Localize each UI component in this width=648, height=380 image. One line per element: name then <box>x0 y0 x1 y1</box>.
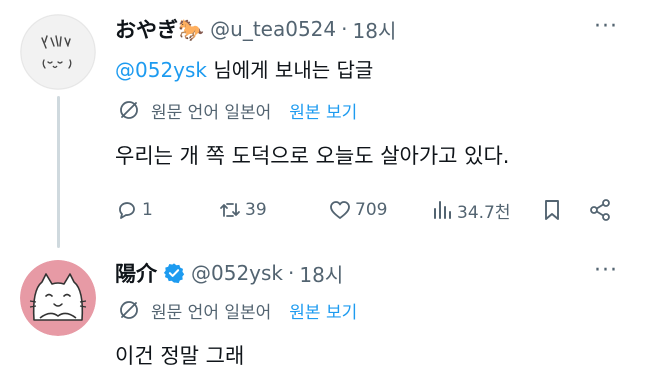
views-count: 34.7천 <box>457 202 511 223</box>
cat-avatar-drawing <box>20 260 96 336</box>
display-name[interactable]: おやぎ🐎 <box>115 14 204 44</box>
tweet2-header: 陽介 @052ysk · 18시 <box>115 258 343 288</box>
translate-icon <box>120 101 138 119</box>
reply-count: 1 <box>142 200 153 220</box>
avatar-drawing <box>20 14 96 90</box>
retweet-icon <box>220 203 240 217</box>
translation-bar: 원문 언어 일본어 원본 보기 <box>117 96 357 124</box>
views-button[interactable]: 34.7천 <box>430 196 511 224</box>
translation-source-label: 원문 언어 일본어 <box>151 102 272 123</box>
timestamp[interactable]: 18시 <box>353 15 397 44</box>
translation-source-label: 원문 언어 일본어 <box>151 302 272 323</box>
user-handle[interactable]: @u_tea0524 <box>210 17 336 41</box>
retweet-count: 39 <box>245 200 267 220</box>
like-count: 709 <box>355 200 388 220</box>
tweet-body-text: 우리는 개 쪽 도덕으로 오늘도 살아가고 있다. <box>115 144 510 168</box>
thread-connector-line <box>57 96 60 248</box>
tweet1-header: おやぎ🐎 @u_tea0524 · 18시 <box>115 14 396 44</box>
share-button[interactable] <box>588 196 612 224</box>
heart-icon <box>330 201 350 219</box>
show-original-link[interactable]: 원본 보기 <box>289 298 357 323</box>
user-handle[interactable]: @052ysk <box>191 261 283 285</box>
separator-dot: · <box>288 261 295 285</box>
verified-badge-icon <box>163 263 185 284</box>
timestamp[interactable]: 18시 <box>299 259 343 288</box>
separator-dot: · <box>341 17 348 41</box>
like-button[interactable]: 709 <box>328 196 387 224</box>
show-original-link[interactable]: 원본 보기 <box>289 98 357 123</box>
more-options-icon[interactable]: ··· <box>594 258 618 283</box>
tweet-body-text: 이건 정말 그래 <box>115 344 245 368</box>
avatar-u-tea0524[interactable] <box>20 14 96 90</box>
replying-to-suffix: 님에게 보내는 답글 <box>207 58 374 82</box>
translation-bar: 원문 언어 일본어 원본 보기 <box>117 296 357 324</box>
avatar-052ysk[interactable] <box>20 260 96 336</box>
replying-to-line: @052ysk 님에게 보내는 답글 <box>115 54 373 83</box>
translate-icon <box>120 301 138 319</box>
retweet-button[interactable]: 39 <box>218 196 267 224</box>
more-options-icon[interactable]: ··· <box>594 14 618 39</box>
reply-icon <box>119 202 135 219</box>
display-name[interactable]: 陽介 <box>115 258 157 288</box>
replying-to-mention-link[interactable]: @052ysk <box>115 58 207 82</box>
share-icon <box>590 199 610 221</box>
bookmark-button[interactable] <box>540 196 564 224</box>
views-bar-chart-icon <box>434 201 451 219</box>
bookmark-icon <box>545 200 559 220</box>
reply-button[interactable]: 1 <box>115 196 153 224</box>
